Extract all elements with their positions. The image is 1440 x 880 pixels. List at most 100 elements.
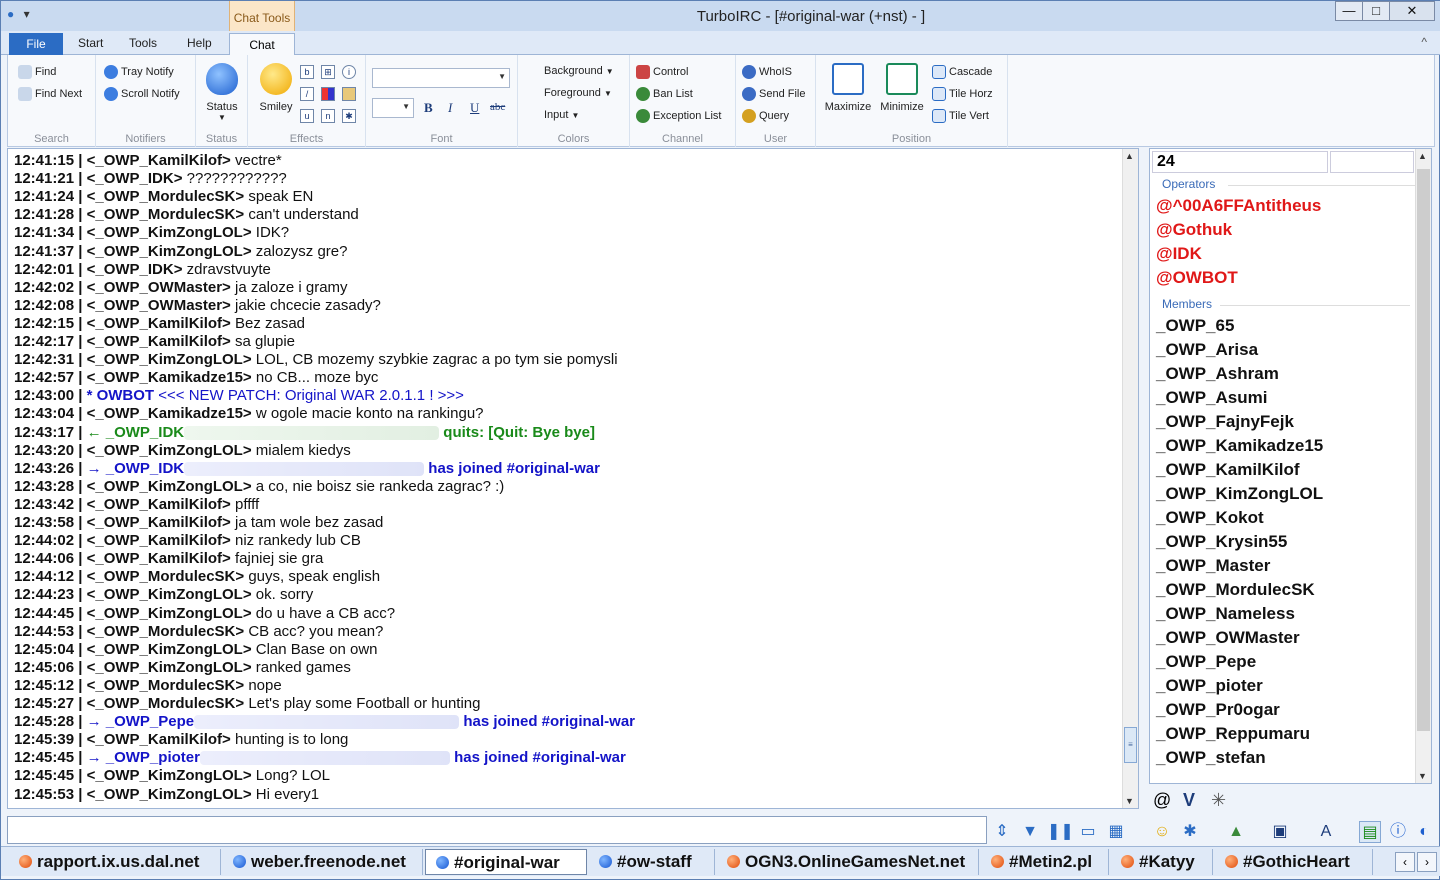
effect-table-icon[interactable]: ⊞ <box>321 65 335 79</box>
chat-nick[interactable]: <_OWP_KamilKilof> <box>87 152 231 169</box>
server-tab[interactable]: OGN3.OnlineGamesNet.net <box>717 849 979 875</box>
nick-scrollbar[interactable]: ▲ ▼ <box>1415 149 1431 783</box>
maximize-button[interactable]: □ <box>1362 1 1390 21</box>
scroll-down-icon[interactable]: ▼ <box>1418 771 1427 781</box>
chevron-right-icon[interactable]: › <box>1417 852 1437 872</box>
nick-scroll-thumb[interactable] <box>1417 169 1430 731</box>
app-icon[interactable]: ● <box>7 7 14 21</box>
ban-list-button[interactable]: Ban List <box>636 87 693 101</box>
cascade-button[interactable]: Cascade <box>932 65 992 79</box>
chat-nick[interactable]: <_OWP_KimZongLOL> <box>87 786 252 803</box>
effect-bold-icon[interactable]: b <box>300 65 314 79</box>
nick-member[interactable]: _OWP_Ashram <box>1156 363 1279 385</box>
whois-button[interactable]: WhoIS <box>742 65 792 79</box>
bold-button[interactable]: B <box>424 100 433 116</box>
server-tab[interactable]: #Metin2.pl <box>981 849 1109 875</box>
chat-nick[interactable]: <_OWP_IDK> <box>87 261 183 278</box>
chevron-left-icon[interactable]: ‹ <box>1395 852 1415 872</box>
status-button[interactable]: Status ▼ <box>202 63 242 122</box>
tab-start[interactable]: Start <box>78 36 103 50</box>
server-tab[interactable]: #GothicHeart <box>1215 849 1373 875</box>
foreground-color-button[interactable]: Foreground ▼ <box>544 87 612 99</box>
scroll-up-icon[interactable]: ▲ <box>1125 151 1134 161</box>
chat-nick[interactable]: <_OWP_KamilKilof> <box>87 550 231 567</box>
chat-nick[interactable]: <_OWP_KamilKilof> <box>87 514 231 531</box>
globe-icon[interactable]: ◐ <box>1413 821 1435 843</box>
chat-nick[interactable]: <_OWP_KimZongLOL> <box>87 351 252 368</box>
background-color-button[interactable]: Background ▼ <box>544 65 614 77</box>
nick-member[interactable]: _OWP_Arisa <box>1156 339 1258 361</box>
control-button[interactable]: Control <box>636 65 688 79</box>
tab-file[interactable]: File <box>9 33 63 55</box>
minimize-button[interactable]: — <box>1335 1 1363 21</box>
tile-vert-button[interactable]: Tile Vert <box>932 109 989 123</box>
pause-icon[interactable]: ❚❚ <box>1047 821 1074 843</box>
grid-icon[interactable]: ▦ <box>1105 821 1127 843</box>
collapse-ribbon-icon[interactable]: ^ <box>1421 35 1427 49</box>
chat-nick[interactable]: <_OWP_KamilKilof> <box>87 333 231 350</box>
exception-list-button[interactable]: Exception List <box>636 109 721 123</box>
chat-nick[interactable]: → _OWP_Pepe <box>87 713 195 730</box>
chat-log[interactable]: 12:41:15 | <_OWP_KamilKilof> vectre* 12:4… <box>7 148 1139 809</box>
swap-icon[interactable]: ⇕ <box>991 821 1013 843</box>
tab-help[interactable]: Help <box>187 36 212 50</box>
nick-member[interactable]: _OWP_Kamikadze15 <box>1156 435 1323 457</box>
effect-normal-icon[interactable]: n <box>321 109 335 123</box>
send-file-button[interactable]: Send File <box>742 87 805 101</box>
chat-nick[interactable]: ← _OWP_IDK <box>87 424 185 441</box>
chat-nick[interactable]: <_OWP_KamilKilof> <box>87 532 231 549</box>
server-tab[interactable]: #original-war <box>425 849 587 875</box>
smiley-button[interactable]: Smiley <box>254 63 298 113</box>
chat-nick[interactable]: <_OWP_Kamikadze15> <box>87 369 252 386</box>
chat-nick[interactable]: → _OWP_pioter <box>87 749 200 766</box>
at-icon[interactable]: @ <box>1153 790 1171 810</box>
chat-nick[interactable]: <_OWP_KamilKilof> <box>87 731 231 748</box>
chat-nick[interactable]: <_OWP_KimZongLOL> <box>87 641 252 658</box>
nick-member[interactable]: _OWP_FajnyFejk <box>1156 411 1294 433</box>
find-next-button[interactable]: Find Next <box>18 87 82 101</box>
star-icon[interactable]: ✱ <box>1179 821 1201 843</box>
nick-member[interactable]: _OWP_Master <box>1156 555 1270 577</box>
nick-operator[interactable]: @IDK <box>1156 243 1202 265</box>
input-color-button[interactable]: Input ▼ <box>544 109 579 121</box>
underline-button[interactable]: U <box>470 100 479 116</box>
chat-nick[interactable]: <_OWP_MordulecSK> <box>87 206 245 223</box>
chat-nick[interactable]: <_OWP_MordulecSK> <box>87 695 245 712</box>
nick-member[interactable]: _OWP_OWMaster <box>1156 627 1300 649</box>
font-size-select[interactable]: ▼ <box>372 98 414 118</box>
server-tab[interactable]: #Katyy <box>1111 849 1213 875</box>
minimize-window-button[interactable]: Minimize <box>876 63 928 113</box>
chat-nick[interactable]: <_OWP_OWMaster> <box>87 297 231 314</box>
save-icon[interactable]: ▣ <box>1269 821 1291 843</box>
nick-member[interactable]: _OWP_Nameless <box>1156 603 1295 625</box>
nick-operator[interactable]: @OWBOT <box>1156 267 1238 289</box>
server-tab[interactable]: rapport.ix.us.dal.net <box>9 849 221 875</box>
chat-nick[interactable]: <_OWP_IDK> <box>87 170 183 187</box>
chat-nick[interactable]: <_OWP_KimZongLOL> <box>87 243 252 260</box>
text-size-icon[interactable]: A <box>1315 821 1337 843</box>
nick-filter[interactable] <box>1330 151 1414 173</box>
server-tab[interactable]: weber.freenode.net <box>223 849 423 875</box>
message-input[interactable] <box>7 816 987 844</box>
nick-member[interactable]: _OWP_Pepe <box>1156 651 1256 673</box>
quick-access-toolbar[interactable]: ● ▾ <box>7 7 36 21</box>
chat-nick[interactable]: <_OWP_KimZongLOL> <box>87 659 252 676</box>
chat-nick[interactable]: <_OWP_KimZongLOL> <box>87 586 252 603</box>
tab-tools[interactable]: Tools <box>129 36 157 50</box>
smiley-icon[interactable]: ☺ <box>1151 821 1173 843</box>
server-tab[interactable]: #ow-staff <box>589 849 715 875</box>
tab-chat[interactable]: Chat <box>229 33 295 56</box>
nick-member[interactable]: _OWP_MordulecSK <box>1156 579 1315 601</box>
nick-member[interactable]: _OWP_KimZongLOL <box>1156 483 1323 505</box>
effect-color-icon[interactable] <box>321 87 335 101</box>
chat-nick[interactable]: <_OWP_MordulecSK> <box>87 677 245 694</box>
query-button[interactable]: Query <box>742 109 789 123</box>
nick-member[interactable]: _OWP_KamilKilof <box>1156 459 1300 481</box>
log-icon[interactable]: ▤ <box>1359 821 1381 843</box>
maximize-window-button[interactable]: Maximize <box>822 63 874 113</box>
nick-member[interactable]: _OWP_Asumi <box>1156 387 1267 409</box>
nick-member[interactable]: _OWP_Krysin55 <box>1156 531 1287 553</box>
effect-reverse-icon[interactable]: ✱ <box>342 109 356 123</box>
down-icon[interactable]: ▼ <box>1019 821 1041 843</box>
nick-member[interactable]: _OWP_65 <box>1156 315 1234 337</box>
